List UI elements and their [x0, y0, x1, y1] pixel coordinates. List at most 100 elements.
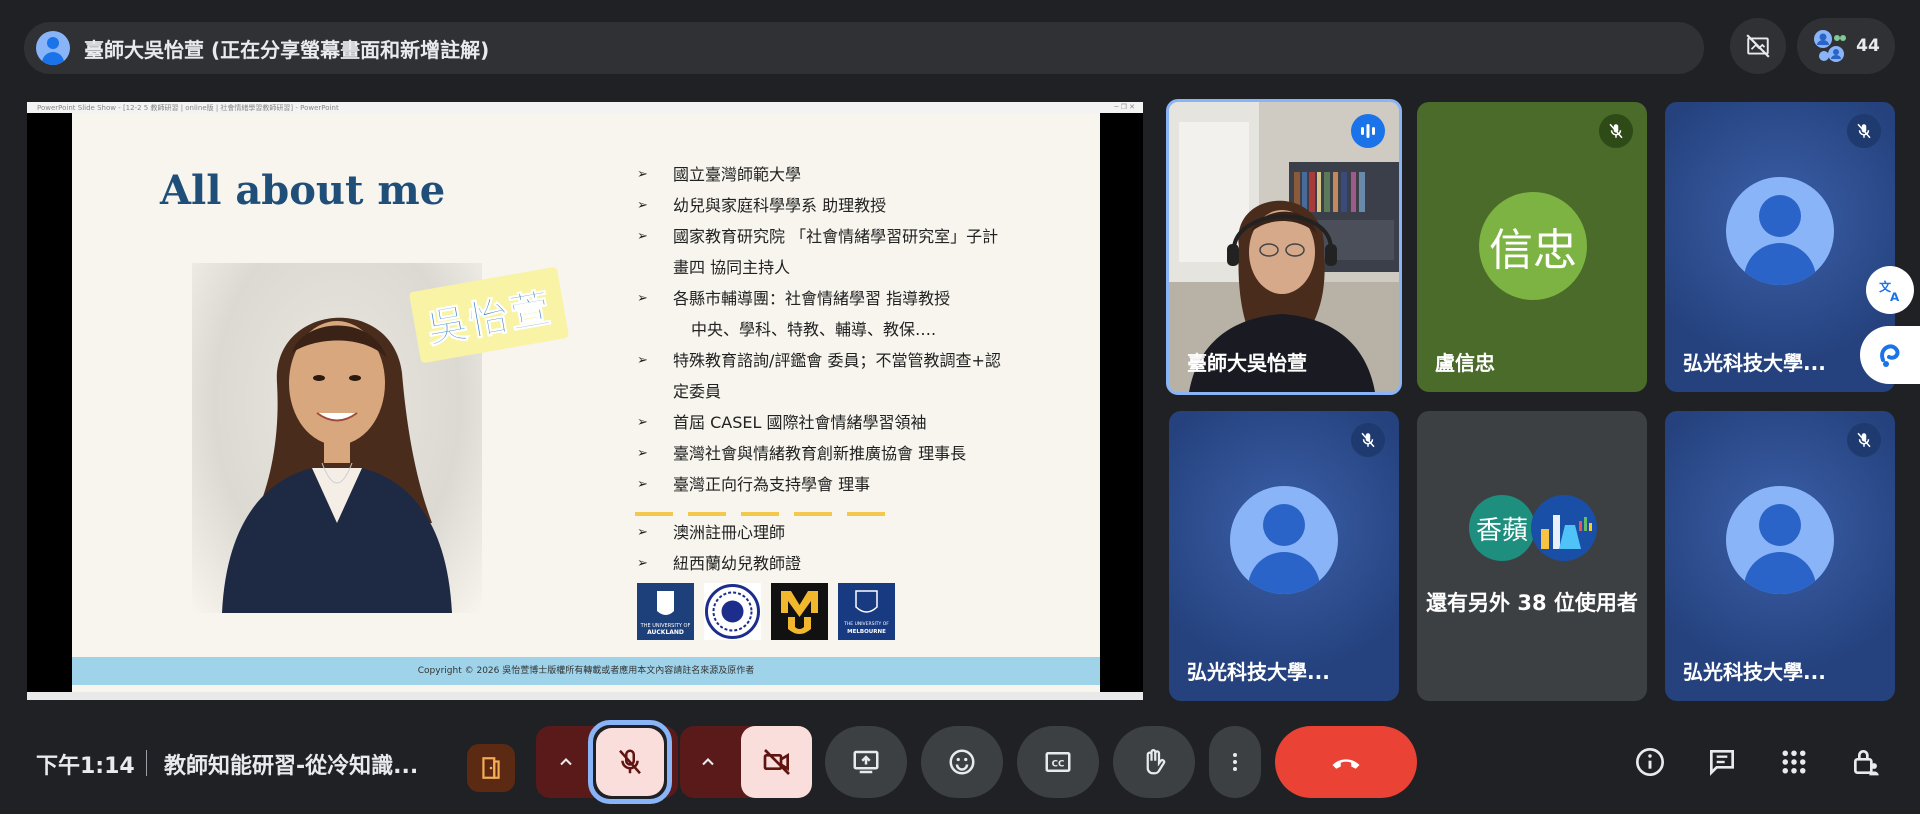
svg-text:AUCKLAND: AUCKLAND [647, 629, 684, 636]
default-avatar [1230, 486, 1338, 594]
mic-toggle-button[interactable] [596, 728, 664, 796]
more-participants-tile[interactable]: 香蘋 還有另外 38 位使用者 [1417, 411, 1647, 701]
apps-grid-icon [1782, 750, 1806, 774]
translate-button[interactable]: 文A [1866, 266, 1914, 314]
bullet-item: 首屆 CASEL 國際社會情緒學習領袖 [637, 407, 1057, 438]
more-vert-icon [1233, 753, 1237, 771]
mic-off-icon [1361, 432, 1375, 448]
powerpoint-statusbar [27, 692, 1143, 700]
window-title: PowerPoint Slide Show - [12-2 5 教師研習 | o… [37, 104, 339, 112]
presentation-slide: All about me 吳怡萱 國立臺灣師範大學 幼兒與家庭科學學系 助理教授… [72, 113, 1100, 693]
more-participants-label: 還有另外 38 位使用者 [1426, 591, 1638, 615]
translate-icon: 文A [1879, 280, 1900, 303]
svg-text:MELBOURNE: MELBOURNE [847, 629, 886, 635]
mic-off-icon [619, 749, 641, 775]
participant-initials-avatar: 信忠 [1479, 192, 1587, 300]
participant-count: 44 [1856, 36, 1880, 56]
participant-tile[interactable]: 信忠 盧信忠 [1417, 102, 1647, 392]
video-options-button[interactable] [680, 726, 736, 798]
participant-tile-presenter[interactable]: 臺師大吳怡萱 [1166, 99, 1402, 395]
camera-off-icon [1746, 34, 1770, 58]
reactions-button[interactable] [921, 726, 1003, 798]
bullet-item: 各縣市輔導團：社會情緒學習 指導教授 [637, 283, 1057, 314]
bullet-item-continued: 定委員 [673, 382, 722, 401]
participant-name: 弘光科技大學... [1683, 660, 1826, 684]
window-controls: ─ ❐ ✕ [1114, 103, 1135, 111]
shared-screen: PowerPoint Slide Show - [12-2 5 教師研習 | o… [27, 102, 1143, 700]
bullet-item: 特殊教育諮詢/評鑑會 委員；不當管教調查+認 [637, 345, 1057, 376]
participant-name: 臺師大吳怡萱 [1187, 351, 1307, 375]
mic-off-indicator [1847, 423, 1881, 457]
bullet-item-continued: 中央、學科、特教、輔導、教保…. [691, 320, 937, 339]
emoji-icon [949, 749, 975, 775]
assistant-icon [1880, 344, 1900, 367]
bullet-item: 臺灣正向行為支持學會 理事 [637, 469, 1057, 500]
participant-name: 盧信忠 [1435, 351, 1495, 375]
chat-button[interactable] [1698, 738, 1746, 786]
chevron-up-icon [702, 758, 714, 766]
mic-off-icon [1609, 123, 1623, 139]
svg-text:A: A [1890, 290, 1900, 303]
slide-heading: All about me [160, 167, 446, 214]
melbourne-logo: THE UNIVERSITY OF MELBOURNE [838, 583, 895, 640]
end-call-icon [1332, 759, 1360, 769]
camera-off-icon [763, 749, 790, 775]
meeting-title[interactable]: 教師知能研習-從冷知識... [164, 748, 418, 780]
closed-captions-icon: CC [1045, 752, 1071, 772]
bullet-item: 國家教育研究院 「社會情緒學習研究室」子計 [637, 221, 1057, 252]
mic-off-indicator [1847, 114, 1881, 148]
audio-options-button[interactable] [536, 726, 596, 798]
bullet-item: 臺灣社會與情緒教育創新推廣協會 理事長 [637, 438, 1057, 469]
raise-hand-button[interactable] [1113, 726, 1195, 798]
bullet-item: 紐西蘭幼兒教師證 [637, 548, 1057, 579]
bullet-item: 澳洲註冊心理師 [637, 517, 1057, 548]
present-icon [853, 750, 879, 774]
host-controls-button[interactable] [1842, 738, 1890, 786]
powerpoint-titlebar: PowerPoint Slide Show - [12-2 5 教師研習 | o… [27, 102, 1143, 113]
auckland-logo: THE UNIVERSITY OF AUCKLAND [637, 583, 694, 640]
lock-person-icon [1854, 750, 1879, 776]
meeting-clock: 下午1:14 [36, 754, 135, 779]
mic-off-icon [1857, 432, 1871, 448]
chat-icon [1710, 750, 1734, 776]
activities-button[interactable] [1770, 738, 1818, 786]
mic-focus-ring [588, 720, 672, 804]
mic-off-icon [1857, 123, 1871, 139]
chevron-up-icon [560, 758, 572, 766]
mic-off-indicator [1351, 423, 1385, 457]
bullet-item: 國立臺灣師範大學 [637, 159, 1057, 190]
people-icon [1814, 30, 1847, 62]
participant-photo-avatar [1531, 495, 1597, 561]
assistant-pill-button[interactable] [1860, 326, 1920, 384]
participant-name: 弘光科技大學... [1187, 660, 1330, 684]
presenter-banner: 臺師大吳怡萱 (正在分享螢幕畫面和新增註解) [24, 22, 1704, 74]
bio-bullet-list: 國立臺灣師範大學 幼兒與家庭科學學系 助理教授 國家教育研究院 「社會情緒學習研… [637, 159, 1057, 500]
participant-tile[interactable]: 弘光科技大學... [1169, 411, 1399, 701]
door-exit-icon [482, 757, 500, 779]
participant-name: 弘光科技大學... [1683, 351, 1826, 375]
presenter-avatar [36, 31, 70, 65]
divider [146, 750, 147, 776]
university-logos: THE UNIVERSITY OF AUCKLAND THE UNIVERSITY… [637, 583, 895, 640]
companion-mode-button[interactable] [467, 744, 515, 792]
audio-level-icon [1361, 124, 1375, 138]
bullet-item-continued: 畫四 協同主持人 [673, 258, 791, 277]
ntnu-logo [704, 583, 761, 640]
certification-bullet-list: 澳洲註冊心理師 紐西蘭幼兒教師證 [637, 517, 1057, 579]
participant-tile[interactable]: 弘光科技大學... [1665, 411, 1895, 701]
mic-off-indicator [1599, 114, 1633, 148]
meeting-controls-bar: 下午1:14 教師知能研習-從冷知識... CC [0, 720, 1920, 814]
participants-button[interactable]: 44 [1797, 18, 1895, 74]
meeting-details-button[interactable] [1626, 738, 1674, 786]
more-options-button[interactable] [1209, 726, 1261, 798]
captions-button[interactable]: CC [1017, 726, 1099, 798]
svg-text:CC: CC [1052, 759, 1065, 769]
mizzou-logo [771, 583, 828, 640]
participant-initials-avatar: 香蘋 [1469, 495, 1535, 561]
leave-call-button[interactable] [1275, 726, 1417, 798]
present-screen-button[interactable] [825, 726, 907, 798]
presenter-title: 臺師大吳怡萱 (正在分享螢幕畫面和新增註解) [84, 37, 490, 62]
camera-toggle-button[interactable] [741, 726, 812, 798]
hide-self-view-button[interactable] [1730, 18, 1786, 74]
default-avatar [1726, 486, 1834, 594]
